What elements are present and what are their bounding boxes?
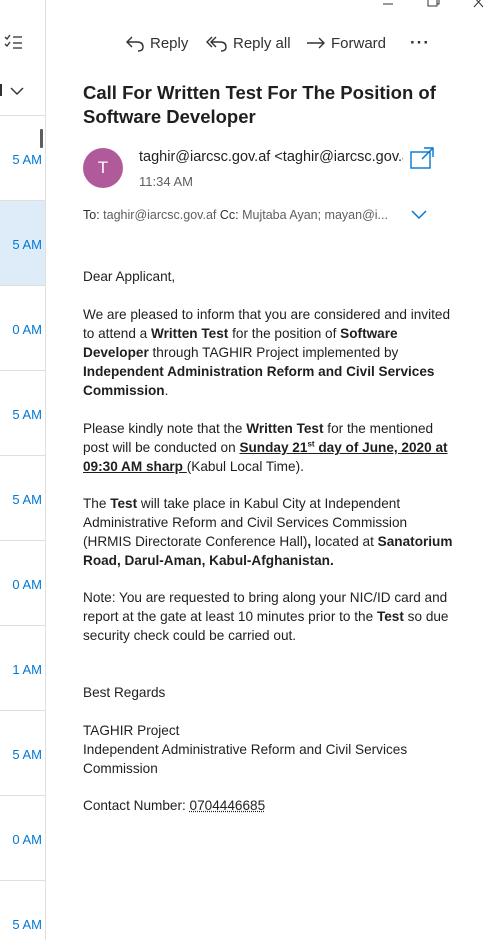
contact-label: Contact Number: [83, 798, 190, 813]
close-icon[interactable] [467, 0, 491, 10]
message-list-item[interactable]: 5 AM [0, 201, 45, 286]
message-list-item[interactable]: 5 AM [0, 456, 45, 541]
body-paragraph-1: We are pleased to inform that you are co… [83, 305, 458, 400]
body-paragraph-4: Note: You are requested to bring along y… [83, 588, 458, 645]
p2-text: (Kabul Local Time). [186, 459, 304, 474]
minimize-icon[interactable] [376, 0, 400, 10]
p1-text: through TAGHIR Project implemented by [148, 345, 399, 360]
p3-text: located at [311, 534, 378, 549]
reply-icon [126, 36, 144, 52]
forward-arrow-icon [307, 37, 325, 49]
sender-address[interactable]: taghir@iarcsc.gov.af <taghir@iarcsc.gov.… [139, 149, 403, 165]
message-list-item-time: 5 AM [12, 152, 42, 167]
message-list-item[interactable]: 0 AM [0, 796, 45, 881]
message-list-item-time: 5 AM [12, 407, 42, 422]
more-icon: ··· [410, 33, 430, 52]
expand-recipients-chevron-icon[interactable] [410, 209, 428, 221]
sender-avatar[interactable]: T [83, 148, 123, 188]
checklist-icon [4, 34, 22, 49]
reply-all-icon [206, 36, 227, 52]
contact-line: Contact Number: 0704446685 [83, 796, 458, 815]
message-list-item[interactable]: 5 AM [0, 116, 45, 201]
p1-text: for the position of [228, 326, 341, 341]
restore-icon[interactable] [421, 0, 445, 10]
sent-time: 11:34 AM [139, 174, 193, 189]
message-list-item-time: 0 AM [12, 832, 42, 847]
signature-line-2: Independent Administrative Reform and Ci… [83, 742, 408, 776]
contact-phone-link[interactable]: 0704446685 [190, 798, 266, 813]
reply-all-label: Reply all [233, 34, 291, 52]
filter-edge-mark [0, 84, 2, 96]
message-list-item-time: 0 AM [12, 322, 42, 337]
message-list-item[interactable]: 0 AM [0, 541, 45, 626]
p3-text: The [83, 496, 111, 511]
message-list-item[interactable]: 1 AM [0, 626, 45, 711]
signature-line-1: TAGHIR Project [83, 723, 180, 738]
message-list-item[interactable]: 5 AM [0, 711, 45, 796]
avatar-initial: T [97, 158, 109, 177]
reply-all-button[interactable]: Reply all [206, 28, 291, 58]
select-mode-button[interactable] [0, 28, 45, 58]
reply-button[interactable]: Reply [125, 28, 188, 58]
open-in-new-window-icon[interactable] [409, 146, 435, 172]
message-list-item[interactable]: 0 AM [0, 286, 45, 371]
filter-dropdown[interactable] [0, 76, 45, 106]
to-label: To: [83, 208, 100, 222]
p1-text: . [164, 383, 169, 398]
reply-label: Reply [150, 34, 189, 52]
test-date-day: Sunday 21 [239, 440, 308, 455]
message-list-item[interactable]: 5 AM [0, 371, 45, 456]
message-list-item-time: 5 AM [12, 917, 42, 932]
body-paragraph-2: Please kindly note that the Written Test… [83, 419, 458, 476]
message-list-pane: 5 AM 5 AM 0 AM 5 AM 5 AM 0 AM 1 AM 5 AM 0 AM 5 AM [0, 0, 46, 940]
greeting: Dear Applicant, [83, 269, 176, 284]
chevron-down-icon [10, 87, 24, 95]
p3-bold-test: Test [110, 496, 138, 511]
message-list-item-time: 5 AM [12, 237, 42, 252]
forward-button[interactable]: Forward [306, 28, 386, 58]
p4-bold-test: Test [376, 609, 404, 624]
more-actions-button[interactable]: ··· [410, 28, 430, 58]
recipients-line: To: taghir@iarcsc.gov.af Cc: Mujtaba Aya… [83, 208, 393, 222]
p2-bold-written-test: Written Test [246, 421, 324, 436]
message-list-item[interactable]: 5 AM [0, 881, 45, 940]
body-paragraph-3: The Test will take place in Kabul City a… [83, 494, 458, 570]
to-recipient[interactable]: taghir@iarcsc.gov.af [103, 208, 216, 222]
message-subject: Call For Written Test For The Position o… [83, 82, 436, 127]
message-list-item-time: 0 AM [12, 577, 42, 592]
test-date-suffix: st [307, 439, 315, 449]
cc-recipients[interactable]: Mujtaba Ayan; mayan@i... [242, 208, 388, 222]
p1-bold-written-test: Written Test [151, 326, 229, 341]
forward-label: Forward [331, 34, 387, 52]
closing: Best Regards [83, 685, 166, 700]
message-list-item-time: 5 AM [12, 492, 42, 507]
cc-label: Cc: [219, 208, 239, 222]
message-list-item-time: 1 AM [12, 662, 42, 677]
p2-text: Please kindly note that the [83, 421, 247, 436]
p1-bold-commission: Independent Administration Reform and Ci… [83, 364, 435, 398]
message-list-item-time: 5 AM [12, 747, 42, 762]
message-toolbar: Reply Reply all Forward ··· [46, 28, 498, 58]
